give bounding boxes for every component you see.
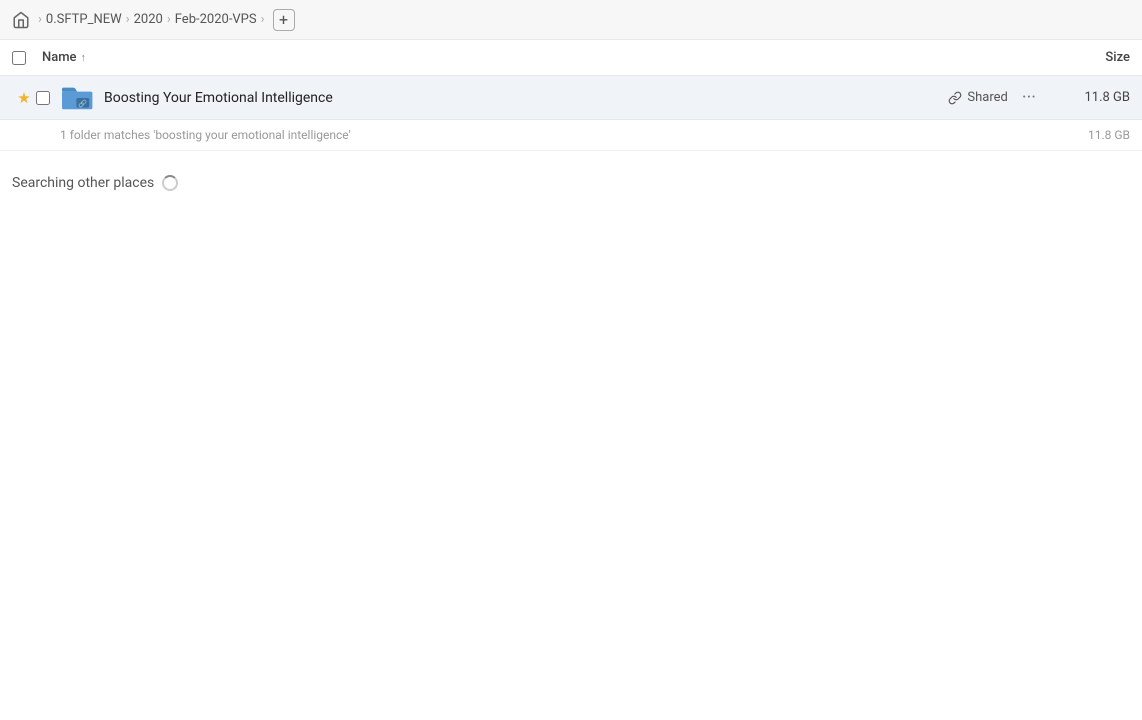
breadcrumb: › 0.SFTP_NEW › 2020 › Feb-2020-VPS › + (12, 9, 295, 31)
breadcrumb-item-feb[interactable]: Feb-2020-VPS (175, 12, 257, 27)
folder-icon: 🔗 (62, 84, 94, 112)
name-column-header[interactable]: Name ↑ (42, 50, 1050, 65)
select-all-checkbox[interactable] (12, 51, 26, 65)
file-size: 11.8 GB (1050, 90, 1130, 105)
loading-spinner (162, 175, 178, 191)
file-name[interactable]: Boosting Your Emotional Intelligence (104, 90, 948, 106)
match-info-row: 1 folder matches 'boosting your emotiona… (0, 120, 1142, 151)
folder-icon-wrap: 🔗 (60, 80, 96, 116)
searching-label: Searching other places (12, 175, 154, 191)
sep-2: › (126, 12, 130, 27)
breadcrumb-item-sftp[interactable]: 0.SFTP_NEW (46, 12, 122, 27)
file-list-row[interactable]: ★ 🔗 Boosting Your Emotional Intelligence… (0, 76, 1142, 120)
sep-4: › (261, 12, 265, 27)
home-icon (12, 11, 30, 29)
size-column-header[interactable]: Size (1050, 50, 1130, 65)
column-header-row: Name ↑ Size (0, 40, 1142, 76)
sep-1: › (38, 12, 42, 27)
row-checkbox[interactable] (36, 91, 50, 105)
more-options-button[interactable]: ··· (1016, 85, 1042, 110)
add-breadcrumb-button[interactable]: + (273, 9, 295, 31)
searching-other-places-row: Searching other places (0, 151, 1142, 203)
sep-3: › (167, 12, 171, 27)
shared-badge[interactable]: Shared (948, 90, 1007, 105)
svg-text:🔗: 🔗 (78, 99, 87, 108)
breadcrumb-bar: › 0.SFTP_NEW › 2020 › Feb-2020-VPS › + (0, 0, 1142, 40)
select-all-checkbox-wrap[interactable] (12, 51, 42, 65)
breadcrumb-item-2020[interactable]: 2020 (134, 12, 163, 27)
home-breadcrumb[interactable] (12, 11, 30, 29)
star-button[interactable]: ★ (12, 89, 36, 107)
link-icon (948, 91, 962, 105)
row-checkbox-wrap[interactable] (36, 91, 60, 105)
